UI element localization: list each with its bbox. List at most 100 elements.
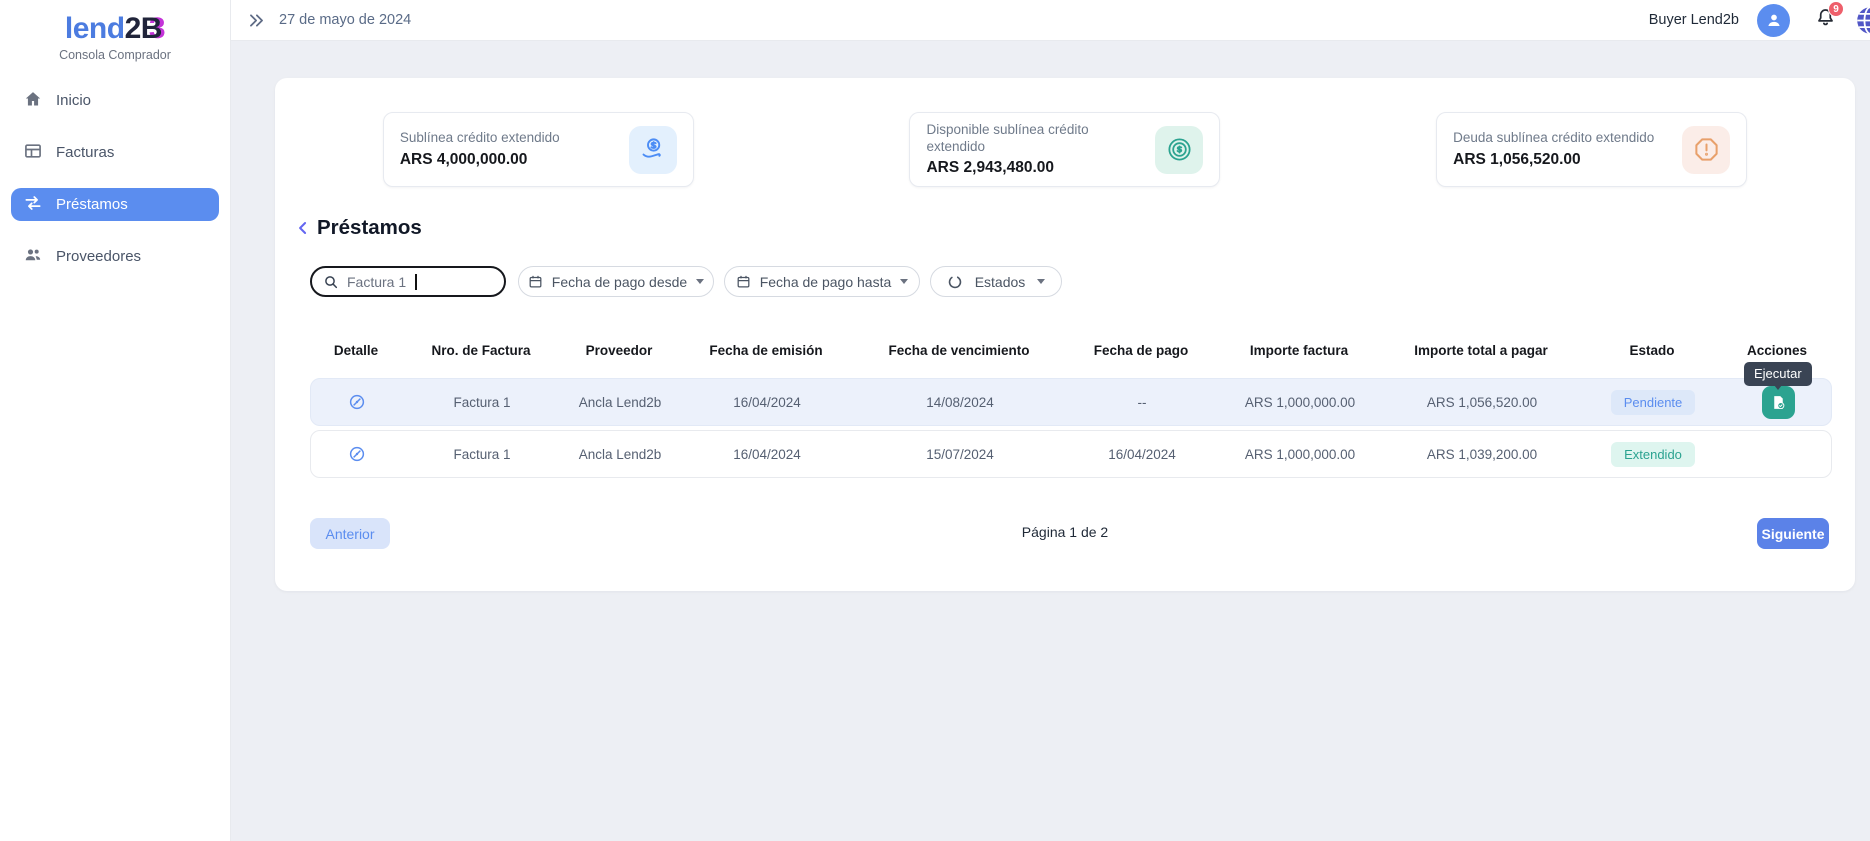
column-header: Proveedor bbox=[560, 343, 678, 358]
topbar: 27 de mayo de 2024 Buyer Lend2b 9 bbox=[231, 0, 1870, 41]
card-disponible-sublinea: Disponible sublínea crédito extendido AR… bbox=[909, 112, 1220, 187]
sidebar-item-label: Proveedores bbox=[56, 248, 141, 265]
sidebar-item-label: Facturas bbox=[56, 144, 114, 161]
column-header: Fecha de emisión bbox=[678, 343, 854, 358]
transfer-arrows-icon bbox=[23, 193, 43, 217]
page-title: Préstamos bbox=[317, 216, 422, 240]
card-text: Disponible sublínea crédito extendido AR… bbox=[926, 122, 1131, 178]
home-icon bbox=[23, 89, 43, 113]
summary-cards: Sublínea crédito extendido ARS 4,000,000… bbox=[275, 112, 1855, 187]
main-panel: Sublínea crédito extendido ARS 4,000,000… bbox=[275, 78, 1855, 591]
chevron-down-icon bbox=[1037, 279, 1045, 284]
brand-logo: lend2B3 Consola Comprador bbox=[0, 0, 230, 62]
language-globe-button[interactable] bbox=[1856, 6, 1870, 35]
sidebar-item-prestamos[interactable]: Préstamos bbox=[11, 188, 219, 221]
coin-icon bbox=[1155, 126, 1203, 174]
topbar-right: Buyer Lend2b 9 bbox=[1649, 4, 1870, 37]
search-input[interactable]: Factura 1 bbox=[310, 266, 506, 297]
page-heading: Préstamos bbox=[293, 216, 422, 240]
due-date: 15/07/2024 bbox=[855, 447, 1065, 462]
view-detail-eye-icon[interactable] bbox=[348, 393, 366, 411]
filter-label: Fecha de pago hasta bbox=[760, 274, 892, 290]
issue-date: 16/04/2024 bbox=[679, 395, 855, 410]
column-header: Importe factura bbox=[1218, 343, 1380, 358]
back-chevron-icon[interactable] bbox=[293, 218, 313, 238]
brand-primary-text: lend bbox=[65, 12, 125, 45]
filters-bar: Factura 1 Fecha de pago desde Fecha de p… bbox=[310, 266, 1062, 297]
text-cursor bbox=[415, 274, 417, 290]
file-check-icon bbox=[1770, 394, 1787, 411]
notification-badge: 9 bbox=[1828, 1, 1844, 17]
column-header: Estado bbox=[1582, 343, 1722, 358]
column-header: Acciones bbox=[1722, 343, 1832, 358]
status-badge: Pendiente bbox=[1611, 390, 1696, 415]
notifications-button[interactable]: 9 bbox=[1814, 6, 1837, 34]
chevron-down-icon bbox=[696, 279, 704, 284]
user-name: Buyer Lend2b bbox=[1649, 12, 1739, 28]
filter-states[interactable]: Estados bbox=[930, 266, 1062, 297]
calendar-icon bbox=[528, 274, 543, 289]
brand-secondary-text: 2B bbox=[125, 12, 162, 45]
current-date: 27 de mayo de 2024 bbox=[279, 12, 411, 28]
brand-wordmark: lend2B3 bbox=[65, 12, 165, 46]
status-badge: Extendido bbox=[1611, 442, 1695, 467]
view-detail-eye-icon[interactable] bbox=[348, 445, 366, 463]
card-deuda-sublinea: Deuda sublínea crédito extendido ARS 1,0… bbox=[1436, 112, 1747, 187]
chevron-down-icon bbox=[900, 279, 908, 284]
sidebar-item-label: Préstamos bbox=[56, 196, 128, 213]
invoices-table-icon bbox=[23, 141, 43, 165]
card-label: Deuda sublínea crédito extendido bbox=[1453, 130, 1654, 147]
search-icon bbox=[323, 274, 339, 290]
total-amount: ARS 1,056,520.00 bbox=[1381, 395, 1583, 410]
sidebar-item-inicio[interactable]: Inicio bbox=[11, 84, 219, 117]
payment-date: 16/04/2024 bbox=[1065, 447, 1219, 462]
invoice-amount: ARS 1,000,000.00 bbox=[1219, 447, 1381, 462]
table-row[interactable]: Factura 1 Ancla Lend2b 16/04/2024 14/08/… bbox=[310, 378, 1832, 426]
sidebar-nav: Inicio Facturas Préstamos Proveedores bbox=[0, 84, 230, 273]
column-header: Nro. de Factura bbox=[402, 343, 560, 358]
alert-octagon-icon bbox=[1682, 126, 1730, 174]
calendar-icon bbox=[736, 274, 751, 289]
table-row[interactable]: Factura 1 Ancla Lend2b 16/04/2024 15/07/… bbox=[310, 430, 1832, 478]
card-label: Sublínea crédito extendido bbox=[400, 130, 560, 147]
payment-date: -- bbox=[1065, 395, 1219, 410]
column-header: Fecha de pago bbox=[1064, 343, 1218, 358]
status-circle-icon bbox=[947, 274, 963, 290]
filter-label: Fecha de pago desde bbox=[552, 274, 687, 290]
card-text: Sublínea crédito extendido ARS 4,000,000… bbox=[400, 130, 560, 169]
execute-action-button[interactable] bbox=[1762, 386, 1795, 419]
invoice-number: Factura 1 bbox=[403, 395, 561, 410]
sidebar-collapse-icon[interactable] bbox=[247, 11, 266, 30]
tooltip-caret bbox=[1774, 385, 1782, 390]
invoice-amount: ARS 1,000,000.00 bbox=[1219, 395, 1381, 410]
tooltip-ejecutar: Ejecutar bbox=[1744, 362, 1812, 386]
card-value: ARS 2,943,480.00 bbox=[926, 159, 1131, 177]
supplier: Ancla Lend2b bbox=[561, 395, 679, 410]
pagination: Anterior Página 1 de 2 Siguiente bbox=[275, 518, 1855, 549]
sidebar: lend2B3 Consola Comprador Inicio Factura… bbox=[0, 0, 231, 841]
sidebar-item-facturas[interactable]: Facturas bbox=[11, 136, 219, 169]
sidebar-item-label: Inicio bbox=[56, 92, 91, 109]
card-value: ARS 4,000,000.00 bbox=[400, 151, 560, 169]
invoice-number: Factura 1 bbox=[403, 447, 561, 462]
search-value: Factura 1 bbox=[347, 274, 406, 290]
filter-date-to[interactable]: Fecha de pago hasta bbox=[724, 266, 920, 297]
issue-date: 16/04/2024 bbox=[679, 447, 855, 462]
brand-subtitle: Consola Comprador bbox=[0, 48, 230, 62]
bell-icon bbox=[1814, 16, 1837, 33]
next-page-button[interactable]: Siguiente bbox=[1757, 518, 1829, 549]
card-text: Deuda sublínea crédito extendido ARS 1,0… bbox=[1453, 130, 1654, 169]
app-window: lend2B3 Consola Comprador Inicio Factura… bbox=[0, 0, 1870, 841]
column-header: Fecha de vencimiento bbox=[854, 343, 1064, 358]
hand-coin-icon bbox=[629, 126, 677, 174]
sidebar-item-proveedores[interactable]: Proveedores bbox=[11, 240, 219, 273]
avatar[interactable] bbox=[1757, 4, 1790, 37]
people-icon bbox=[23, 245, 43, 269]
card-sublinea-credito: Sublínea crédito extendido ARS 4,000,000… bbox=[383, 112, 694, 187]
globe-icon bbox=[1856, 22, 1870, 39]
card-label: Disponible sublínea crédito extendido bbox=[926, 122, 1131, 156]
card-value: ARS 1,056,520.00 bbox=[1453, 151, 1654, 169]
total-amount: ARS 1,039,200.00 bbox=[1381, 447, 1583, 462]
due-date: 14/08/2024 bbox=[855, 395, 1065, 410]
filter-date-from[interactable]: Fecha de pago desde bbox=[518, 266, 714, 297]
